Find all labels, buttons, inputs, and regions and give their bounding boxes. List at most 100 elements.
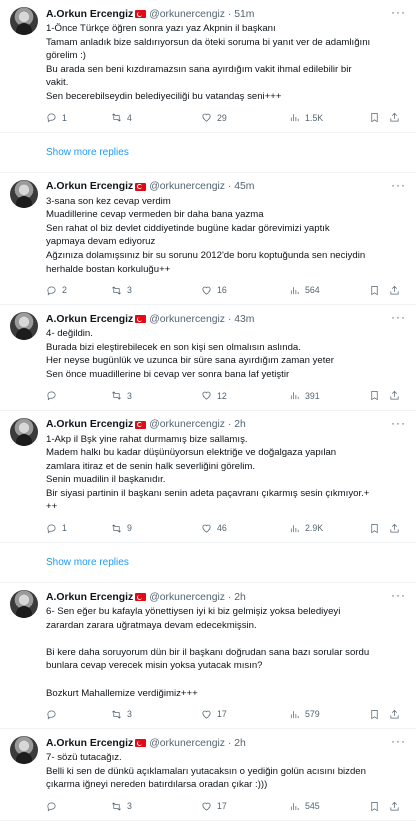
like-count: 12 [217,390,227,401]
like-button[interactable]: 46 [201,523,289,534]
handle[interactable]: @orkunercengiz [149,419,225,430]
tweet[interactable]: A.Orkun Ercengiz @orkunercengiz · 2h ···… [0,583,416,730]
repost-button[interactable]: 3 [111,390,201,401]
like-count: 17 [217,801,227,811]
share-button[interactable] [389,112,403,123]
views-button[interactable]: 2.9K [289,523,369,534]
timestamp[interactable]: 45m [234,181,254,192]
views-button[interactable]: 391 [289,390,369,401]
show-more-replies-link[interactable]: Show more replies [0,133,416,173]
reply-button[interactable] [46,390,111,401]
reply-button[interactable] [46,709,111,720]
handle[interactable]: @orkunercengiz [149,9,225,20]
tweet[interactable]: A.Orkun Ercengiz @orkunercengiz · 43m ··… [0,305,416,411]
like-button[interactable]: 16 [201,285,289,296]
action-bar: 3 12 391 [46,386,406,406]
timestamp[interactable]: 2h [234,419,246,430]
tweet[interactable]: A.Orkun Ercengiz @orkunercengiz · 45m ··… [0,173,416,306]
tweet-text-line: ++ [46,501,58,513]
tweet-text-line: Burada bizi eleştirebilecek en son kişi … [46,341,301,353]
tweet-text-line [46,673,402,687]
views-button[interactable]: 579 [289,709,369,720]
bookmark-icon [371,709,378,720]
more-options-icon[interactable]: ··· [391,178,406,192]
share-button[interactable] [389,709,403,720]
repost-button[interactable]: 3 [111,285,201,296]
repost-button[interactable]: 4 [111,112,201,123]
views-button[interactable]: 564 [289,285,369,296]
avatar[interactable] [10,179,38,208]
reply-icon [47,524,56,533]
display-name[interactable]: A.Orkun Ercengiz [46,9,133,20]
display-name[interactable]: A.Orkun Ercengiz [46,181,133,192]
analytics-icon [290,524,299,532]
more-options-icon[interactable]: ··· [391,416,406,430]
share-button[interactable] [389,801,403,812]
reply-count: 2 [62,285,67,296]
reply-icon [47,391,56,401]
avatar[interactable] [10,7,38,35]
like-button[interactable]: 17 [201,801,289,812]
bookmark-button[interactable] [369,709,389,720]
display-name[interactable]: A.Orkun Ercengiz [46,314,133,325]
handle[interactable]: @orkunercengiz [149,738,225,749]
bookmark-button[interactable] [369,801,389,812]
repost-icon [112,523,121,533]
show-more-replies-link[interactable]: Show more replies [0,543,416,584]
reply-button[interactable]: 1 [46,523,111,534]
tweet-text-line: 6- Sen eğer bu kafayla yönettiysen iyi k… [46,606,341,618]
repost-button[interactable]: 3 [111,801,201,812]
reply-button[interactable] [46,801,111,812]
avatar[interactable] [10,590,38,619]
handle[interactable]: @orkunercengiz [149,314,225,325]
share-button[interactable] [389,523,403,534]
avatar[interactable] [10,417,38,446]
bookmark-button[interactable] [369,112,389,123]
display-name[interactable]: A.Orkun Ercengiz [46,738,133,749]
turkish-flag-icon [135,182,147,191]
bookmark-button[interactable] [369,390,389,401]
reply-button[interactable]: 2 [46,285,111,296]
more-options-icon[interactable]: ··· [391,310,406,324]
views-button[interactable]: 1.5K [289,112,369,123]
heart-icon [202,113,211,122]
repost-count: 9 [127,523,132,534]
timestamp[interactable]: 43m [234,314,254,325]
like-count: 29 [217,112,227,123]
repost-button[interactable]: 3 [111,709,201,720]
more-options-icon[interactable]: ··· [391,734,406,748]
display-name[interactable]: A.Orkun Ercengiz [46,419,133,430]
like-button[interactable]: 29 [201,112,289,123]
timestamp[interactable]: 51m [234,9,254,20]
views-button[interactable]: 545 [289,801,369,812]
display-name[interactable]: A.Orkun Ercengiz [46,592,133,603]
separator-dot: · [225,181,235,193]
separator-dot: · [225,737,235,749]
timestamp[interactable]: 2h [234,592,246,603]
tweet-text-line: vakit. [46,77,69,89]
action-bar: 1 4 29 1.5K [46,108,406,128]
handle[interactable]: @orkunercengiz [149,181,225,192]
tweet[interactable]: A.Orkun Ercengiz @orkunercengiz · 2h ···… [0,411,416,544]
more-options-icon[interactable]: ··· [391,588,406,602]
handle[interactable]: @orkunercengiz [149,592,225,603]
tweet[interactable]: A.Orkun Ercengiz @orkunercengiz · 51m ··… [0,0,416,133]
avatar[interactable] [10,736,38,765]
more-options-icon[interactable]: ··· [391,5,406,19]
reply-icon [47,801,56,811]
tweet-text-line: Sen becerebilseydin belediyeciliği bu va… [46,90,282,102]
share-button[interactable] [389,390,403,401]
separator-dot: · [225,8,235,20]
tweet-text-line: Muadillerine cevap vermeden bir daha ban… [46,209,264,221]
like-button[interactable]: 17 [201,709,289,720]
like-button[interactable]: 12 [201,390,289,401]
bookmark-button[interactable] [369,523,389,534]
reply-button[interactable]: 1 [46,112,111,123]
share-button[interactable] [389,285,403,296]
bookmark-button[interactable] [369,285,389,296]
timestamp[interactable]: 2h [234,738,246,749]
avatar[interactable] [10,312,38,341]
tweet-text-line: Bir siyasi partinin il başkanı senin ade… [46,487,370,499]
tweet[interactable]: A.Orkun Ercengiz @orkunercengiz · 2h ···… [0,729,416,821]
repost-button[interactable]: 9 [111,523,201,534]
